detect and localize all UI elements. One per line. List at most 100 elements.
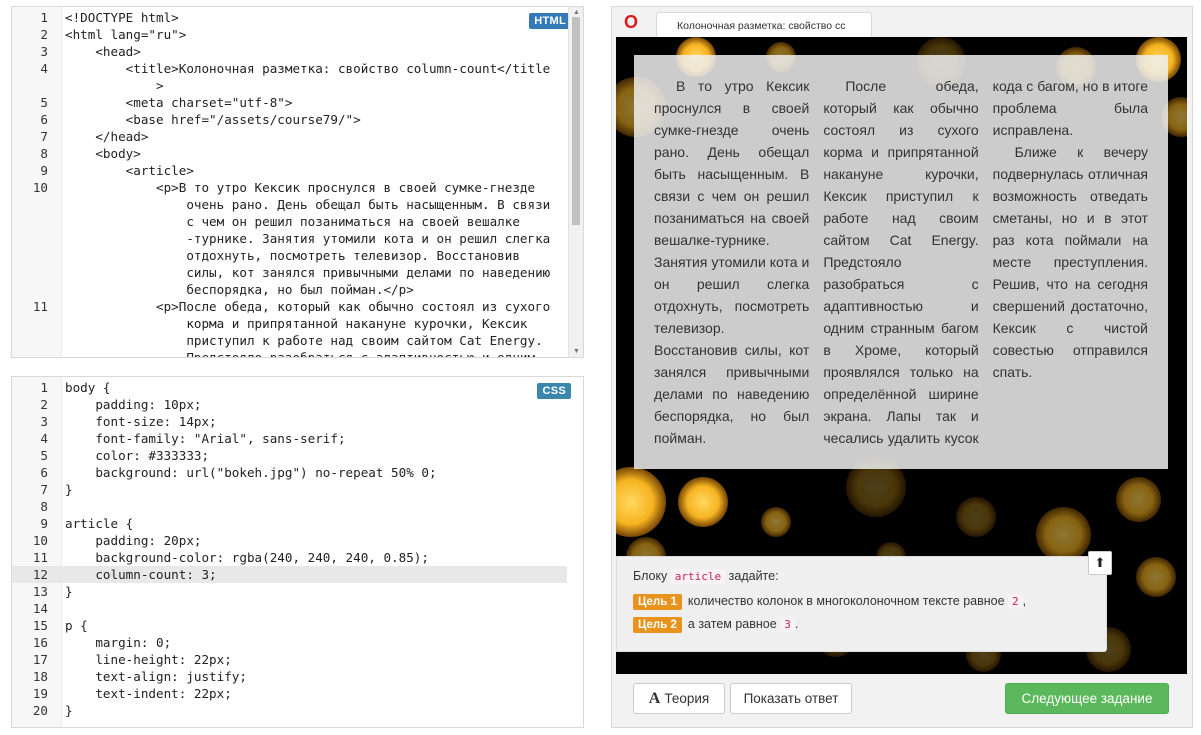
code-text[interactable]: </head> [65,128,148,145]
code-line[interactable]: 10 padding: 20px; [12,532,567,549]
html-editor[interactable]: 1 <!DOCTYPE html> 2 <html lang="ru"> 3 <head… [11,6,584,358]
code-text[interactable]: силы, кот занялся привычными делами по н… [65,264,550,281]
code-line[interactable]: 14 [12,600,567,617]
code-line[interactable]: 20} [12,702,567,719]
code-text[interactable]: background: url("bokeh.jpg") no-repeat 5… [65,464,436,481]
code-line[interactable]: 9 <article> [12,162,567,179]
line-number: 8 [40,146,48,161]
code-line[interactable]: беспорядка, но был пойман.</p> [12,281,567,298]
code-text[interactable]: -турнике. Занятия утомили кота и он реши… [65,230,550,247]
code-line[interactable]: с чем он решил позаниматься на своей веш… [12,213,567,230]
code-text[interactable]: margin: 0; [65,634,171,651]
code-text[interactable]: отдохнуть, посмотреть телевизор. Восстан… [65,247,520,264]
code-text[interactable]: column-count: 3; [65,566,216,583]
bokeh-light [616,467,666,537]
code-line[interactable]: 17 line-height: 22px; [12,651,567,668]
code-line[interactable]: -турнике. Занятия утомили кота и он реши… [12,230,567,247]
scroll-thumb[interactable] [572,17,580,225]
code-line[interactable]: 11 <p>После обеда, который как обычно со… [12,298,567,315]
code-text[interactable]: Предстояло разобраться с адаптивностью и… [65,349,535,357]
code-text[interactable]: <body> [65,145,141,162]
code-text[interactable]: padding: 20px; [65,532,201,549]
code-line[interactable]: 2 padding: 10px; [12,396,567,413]
code-text[interactable]: } [65,481,73,498]
line-number: 17 [32,652,48,667]
code-text[interactable]: line-height: 22px; [65,651,231,668]
show-answer-button[interactable]: Показать ответ [730,683,852,714]
collapse-task-button[interactable]: ⬆ [1088,551,1112,575]
code-text[interactable]: <meta charset="utf-8"> [65,94,293,111]
code-text[interactable]: } [65,583,73,600]
css-code-area[interactable]: 1 body {2 padding: 10px; 3 font-size: 14px… [12,379,567,719]
code-line[interactable]: силы, кот занялся привычными делами по н… [12,264,567,281]
code-line[interactable]: 11 background-color: rgba(240, 240, 240,… [12,549,567,566]
scroll-up-arrow-icon[interactable]: ▲ [573,9,580,16]
code-line[interactable]: 4 <title>Колоночная разметка: свойство c… [12,60,567,77]
code-line[interactable]: 5 color: #333333; [12,447,567,464]
code-line[interactable]: 3 <head> [12,43,567,60]
code-text[interactable]: > [65,77,164,94]
code-text[interactable]: article { [65,515,133,532]
code-text[interactable]: padding: 10px; [65,396,201,413]
code-line[interactable]: Предстояло разобраться с адаптивностью и… [12,349,567,357]
code-text[interactable]: корма и припрятанной накануне курочки, К… [65,315,527,332]
code-text[interactable]: с чем он решил позаниматься на своей веш… [65,213,520,230]
code-line[interactable]: очень рано. День обещал быть насыщенным.… [12,196,567,213]
code-line[interactable]: 1 <!DOCTYPE html> [12,9,567,26]
code-text[interactable]: p { [65,617,88,634]
code-text[interactable]: очень рано. День обещал быть насыщенным.… [65,196,550,213]
code-line[interactable]: 10 <p>В то утро Кексик проснулся в своей… [12,179,567,196]
code-line[interactable]: 8 [12,498,567,515]
code-text[interactable]: font-size: 14px; [65,413,216,430]
code-text[interactable]: <html lang="ru"> [65,26,186,43]
code-line[interactable]: 19 text-indent: 22px; [12,685,567,702]
code-line[interactable]: 12 column-count: 3; [12,566,567,583]
code-text[interactable]: <article> [65,162,194,179]
arrow-up-icon: ⬆ [1094,555,1106,570]
code-text[interactable]: color: #333333; [65,447,209,464]
css-editor[interactable]: 1 body {2 padding: 10px; 3 font-size: 14px… [11,376,584,728]
code-line[interactable]: 7} [12,481,567,498]
code-line[interactable]: 3 font-size: 14px; [12,413,567,430]
line-number: 2 [40,397,48,412]
code-text[interactable]: беспорядка, но был пойман.</p> [65,281,413,298]
code-line[interactable]: приступил к работе над своим сайтом Cat … [12,332,567,349]
code-line[interactable]: 9 article { [12,515,567,532]
html-editor-scrollbar[interactable]: ▲ ▼ [568,7,583,357]
html-code-area[interactable]: 1 <!DOCTYPE html> 2 <html lang="ru"> 3 <head… [12,9,567,357]
code-text[interactable]: <p>В то утро Кексик проснулся в своей су… [65,179,535,196]
code-line[interactable]: 8 <body> [12,145,567,162]
code-line[interactable]: 5 <meta charset="utf-8"> [12,94,567,111]
goal-value: 3 [780,617,795,632]
code-text[interactable]: <title>Колоночная разметка: свойство col… [65,60,551,77]
code-line[interactable]: 13} [12,583,567,600]
code-line[interactable]: корма и припрятанной накануне курочки, К… [12,315,567,332]
code-text[interactable]: background-color: rgba(240, 240, 240, 0.… [65,549,429,566]
code-text[interactable]: <base href="/assets/course79/"> [65,111,361,128]
code-line[interactable]: > [12,77,567,94]
code-text[interactable]: text-align: justify; [65,668,247,685]
code-text[interactable]: } [65,702,73,719]
code-text[interactable]: body { [65,379,111,396]
code-text[interactable]: приступил к работе над своим сайтом Cat … [65,332,542,349]
code-line[interactable]: 6 background: url("bokeh.jpg") no-repeat… [12,464,567,481]
code-line[interactable]: отдохнуть, посмотреть телевизор. Восстан… [12,247,567,264]
code-line[interactable]: 15 p { [12,617,567,634]
code-text[interactable]: font-family: "Arial", sans-serif; [65,430,345,447]
code-line[interactable]: 2 <html lang="ru"> [12,26,567,43]
scroll-down-arrow-icon[interactable]: ▼ [573,348,580,355]
code-text[interactable]: <p>После обеда, который как обычно состо… [65,298,550,315]
code-text[interactable]: text-indent: 22px; [65,685,231,702]
code-line[interactable]: 1 body { [12,379,567,396]
code-line[interactable]: 7 </head> [12,128,567,145]
code-line[interactable]: 6 <base href="/assets/course79/"> [12,111,567,128]
code-line[interactable]: 4 font-family: "Arial", sans-serif; [12,430,567,447]
code-line[interactable]: 16 margin: 0; [12,634,567,651]
next-task-button[interactable]: Следующее задание [1005,683,1169,714]
theory-button[interactable]: A Теория [633,683,725,714]
code-text[interactable]: <head> [65,43,141,60]
code-text[interactable]: <!DOCTYPE html> [65,9,179,26]
code-line[interactable]: 18 text-align: justify; [12,668,567,685]
browser-tab[interactable]: Колоночная разметка: свойство сс [656,12,872,38]
line-number: 18 [32,669,48,684]
